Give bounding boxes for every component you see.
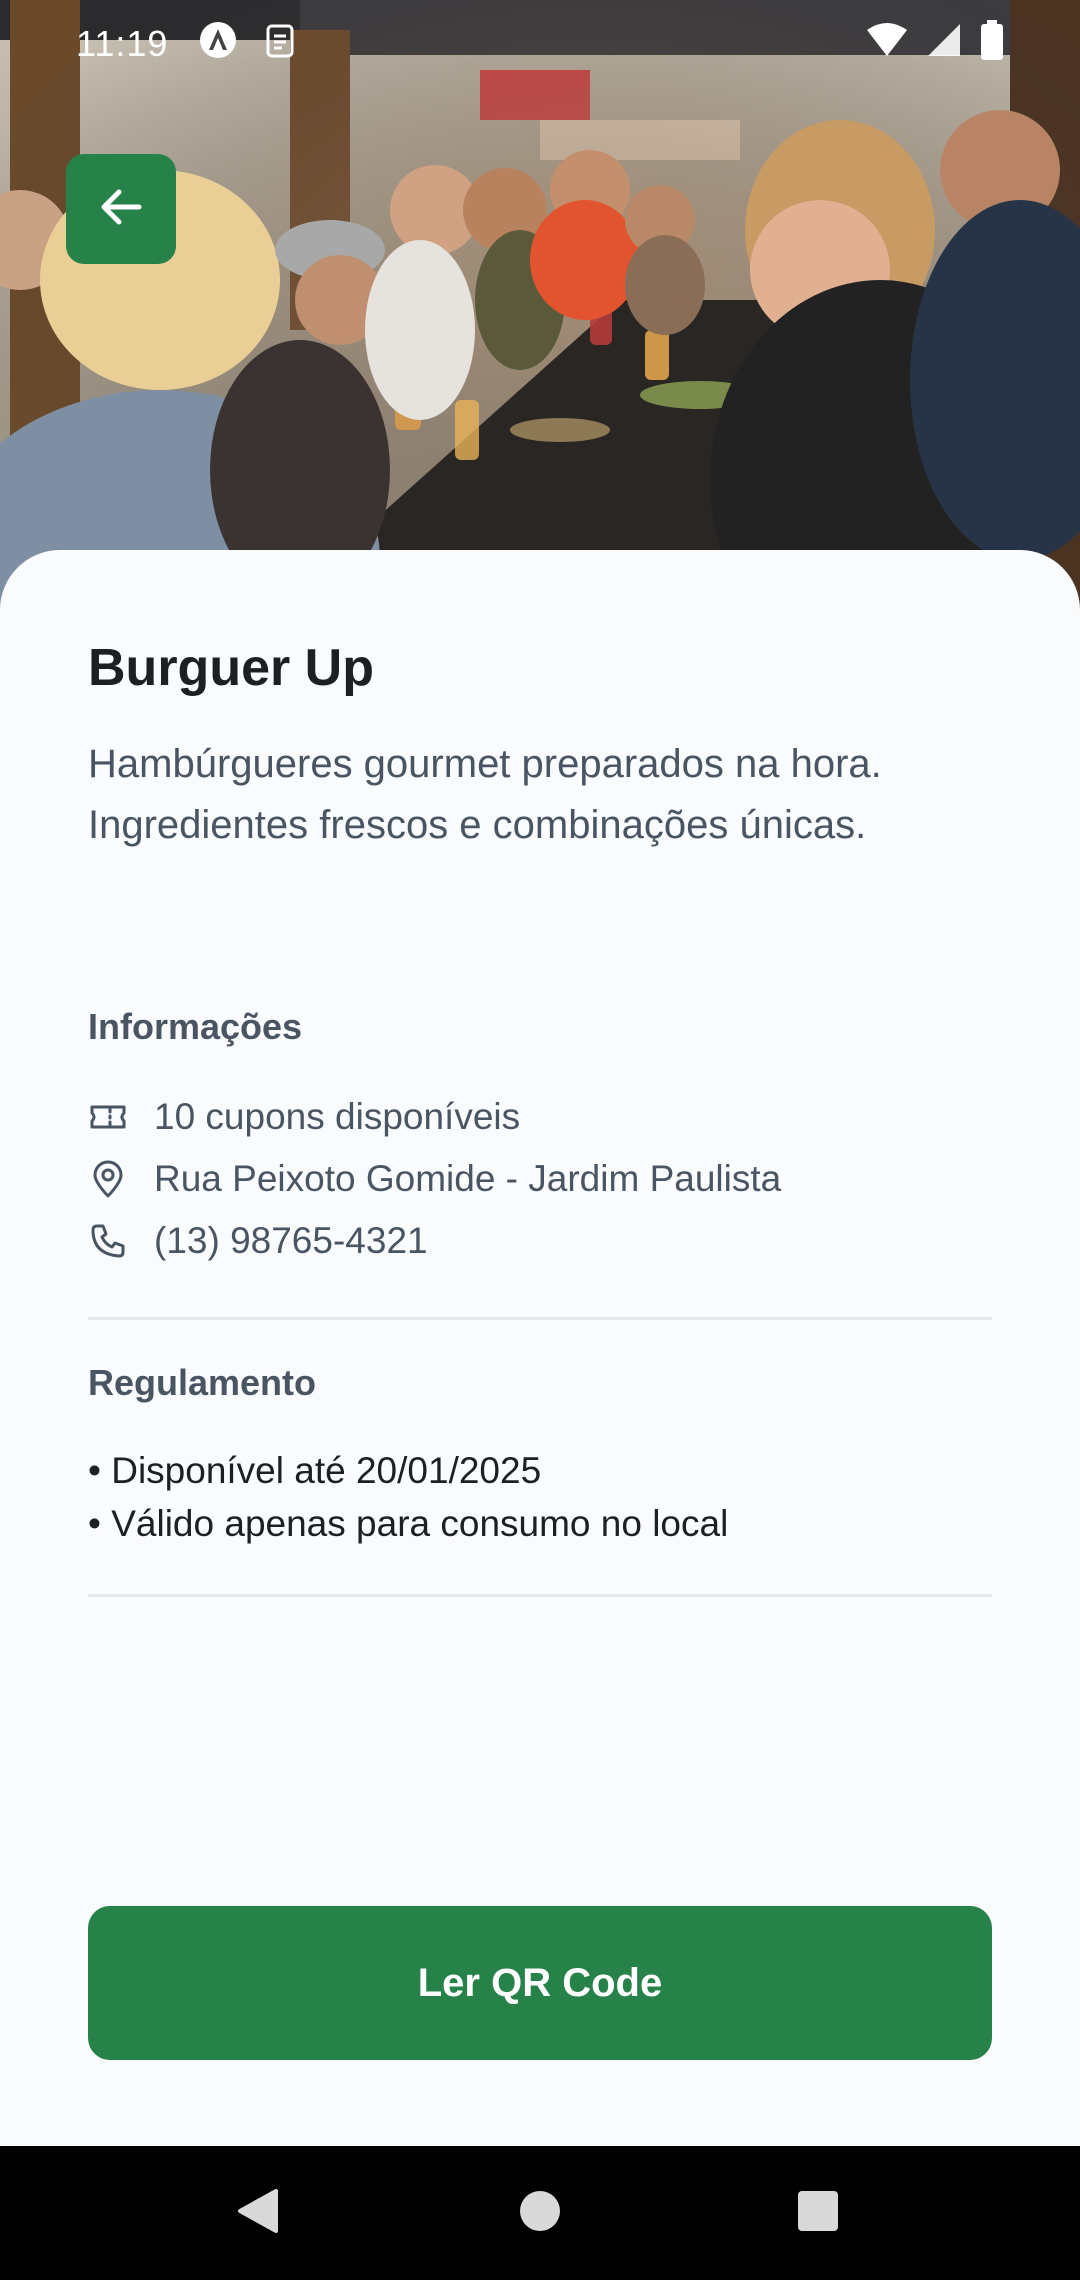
info-section-title: Informações (88, 1006, 303, 1047)
info-phone: (13) 98765-4321 (88, 1216, 428, 1266)
divider (88, 1594, 992, 1597)
divider (88, 1317, 992, 1320)
rule-item: • Disponível até 20/01/2025 (88, 1450, 542, 1491)
ticket-icon (88, 1097, 128, 1137)
signal-icon (926, 22, 962, 67)
coupons-text: 10 cupons disponíveis (154, 1096, 521, 1137)
status-bar: 11:19 (0, 0, 1080, 88)
status-time: 11:19 (76, 23, 169, 64)
info-coupons: 10 cupons disponíveis (88, 1092, 520, 1142)
address-text: Rua Peixoto Gomide - Jardim Paulista (154, 1158, 782, 1199)
square-recents-icon (797, 2190, 839, 2237)
nav-back-button[interactable] (188, 2146, 328, 2280)
hero-image (0, 0, 1080, 640)
wifi-icon (866, 22, 908, 67)
read-qr-code-button[interactable]: Ler QR Code (88, 1906, 992, 2060)
arrow-left-icon (95, 181, 147, 238)
rules-section-title: Regulamento (88, 1362, 317, 1403)
map-pin-icon (88, 1159, 128, 1199)
circle-home-icon (519, 2190, 561, 2237)
back-button[interactable] (66, 154, 176, 264)
place-description: Hambúrgueres gourmet preparados na hora.… (88, 742, 882, 847)
app-notification-icon (198, 20, 238, 69)
triangle-back-icon (236, 2187, 280, 2240)
rule-item: • Válido apenas para consumo no local (88, 1503, 729, 1544)
battery-icon (980, 19, 1004, 69)
nav-home-button[interactable] (470, 2146, 610, 2280)
phone-icon (88, 1221, 128, 1261)
info-address: Rua Peixoto Gomide - Jardim Paulista (88, 1154, 781, 1204)
sim-notification-icon (264, 20, 296, 69)
phone-text: (13) 98765-4321 (154, 1220, 428, 1261)
system-nav-bar (0, 2146, 1080, 2280)
place-title: Burguer Up (88, 639, 374, 697)
nav-recents-button[interactable] (748, 2146, 888, 2280)
